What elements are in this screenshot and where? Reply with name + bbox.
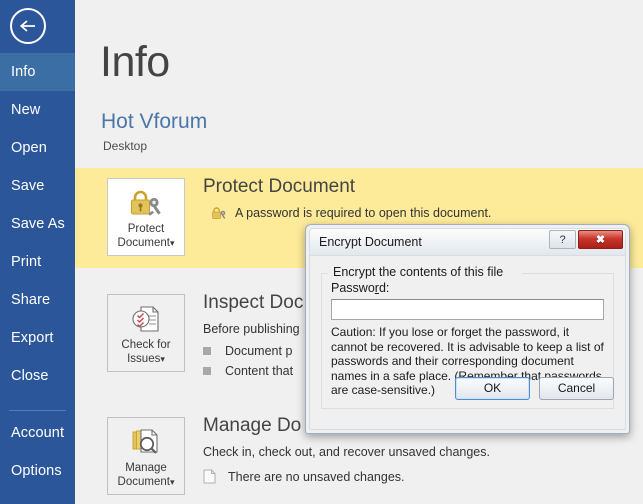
button-caption-line2: Issues [127,353,160,365]
check-for-issues-button[interactable]: Check for Issues▾ [107,294,185,372]
chevron-down-icon: ▾ [160,354,165,364]
manage-document-status-text: There are no unsaved changes. [228,470,405,484]
page-title: Info [100,38,170,87]
chevron-down-icon: ▾ [170,238,175,248]
bullet-square-icon [203,367,211,375]
dialog-button-row: OK Cancel [455,377,614,400]
inspect-document-title: Inspect Doc [203,292,303,314]
check-for-issues-button-label: Check for Issues▾ [121,338,170,366]
sidebar-item-label: Save As [11,216,65,232]
sidebar-secondary-nav: Account Options [0,414,75,490]
sidebar-item-label: Share [11,292,50,308]
manage-document-subtitle: Check in, check out, and recover unsaved… [203,445,490,459]
dialog-body: Encrypt the contents of this file Passwo… [310,256,625,409]
protect-document-title: Protect Document [203,176,355,198]
button-caption-line1: Check for [121,339,170,351]
sidebar-item-save[interactable]: Save [0,167,75,205]
sidebar-item-options[interactable]: Options [0,452,75,490]
document-check-icon [129,303,163,335]
chevron-down-icon: ▾ [170,477,175,487]
document-stack-search-icon [129,426,163,458]
document-name: Hot Vforum [101,110,207,134]
back-arrow-icon [18,18,38,34]
inspect-bullet-2: Content that [203,364,293,378]
ok-button[interactable]: OK [455,377,530,400]
word-backstage-info-screen: Info New Open Save Save As Print Share E… [0,0,643,504]
button-caption-line1: Manage [125,462,167,474]
protect-document-button-label: Protect Document▾ [118,222,175,250]
dialog-inner: Encrypt Document ? ✖ Encrypt the content… [309,228,626,430]
small-lock-key-icon [211,206,227,220]
button-caption-line2: Document [118,237,170,249]
back-button[interactable] [10,8,46,44]
password-label-post: d: [379,281,389,295]
close-icon[interactable]: ✖ [578,230,623,249]
inspect-bullet-2-text: Content that [225,364,293,378]
sidebar-divider [9,410,66,411]
button-caption-line2: Document [118,476,170,488]
dialog-window-buttons: ? ✖ [549,230,623,249]
manage-document-button[interactable]: Manage Document▾ [107,417,185,495]
sidebar-primary-nav: Info New Open Save Save As Print Share E… [0,53,75,395]
sidebar-item-label: Save [11,178,44,194]
sidebar-item-label: Account [11,425,64,441]
sidebar-item-export[interactable]: Export [0,319,75,357]
sidebar-item-close[interactable]: Close [0,357,75,395]
sidebar-item-new[interactable]: New [0,91,75,129]
manage-document-button-label: Manage Document▾ [118,461,175,489]
sidebar-item-save-as[interactable]: Save As [0,205,75,243]
sidebar-item-open[interactable]: Open [0,129,75,167]
groupbox-legend: Encrypt the contents of this file [330,265,506,279]
inspect-bullet-1-text: Document p [225,344,292,358]
document-path: Desktop [103,139,147,153]
sidebar-item-label: Close [11,368,49,384]
inspect-bullet-1: Document p [203,344,292,358]
manage-document-status: There are no unsaved changes. [203,469,405,484]
bullet-square-icon [203,347,211,355]
password-label: Password: [331,281,604,295]
button-caption-line1: Protect [128,223,164,235]
sidebar-item-label: Info [11,64,36,80]
lock-key-icon [127,187,165,219]
dialog-title: Encrypt Document [310,235,422,249]
sidebar-item-label: New [11,102,40,118]
sidebar-item-label: Export [11,330,54,346]
protect-document-button[interactable]: Protect Document▾ [107,178,185,256]
sidebar-item-print[interactable]: Print [0,243,75,281]
cancel-button[interactable]: Cancel [539,377,614,400]
backstage-sidebar: Info New Open Save Save As Print Share E… [0,0,75,504]
dialog-titlebar[interactable]: Encrypt Document ? ✖ [310,229,625,256]
protect-document-status: A password is required to open this docu… [211,206,491,220]
protect-document-status-text: A password is required to open this docu… [235,206,491,220]
inspect-document-subtitle: Before publishing [203,322,300,336]
help-icon[interactable]: ? [549,230,576,249]
encrypt-document-dialog: Encrypt Document ? ✖ Encrypt the content… [305,224,630,434]
sidebar-item-info[interactable]: Info [0,53,75,91]
sidebar-item-share[interactable]: Share [0,281,75,319]
sidebar-item-account[interactable]: Account [0,414,75,452]
password-input[interactable] [331,299,604,320]
password-label-pre: Passwo [331,281,375,295]
manage-document-title: Manage Do [203,415,301,437]
sidebar-item-label: Open [11,140,47,156]
sidebar-item-label: Options [11,463,62,479]
sidebar-item-label: Print [11,254,41,270]
blank-document-icon [203,469,216,484]
